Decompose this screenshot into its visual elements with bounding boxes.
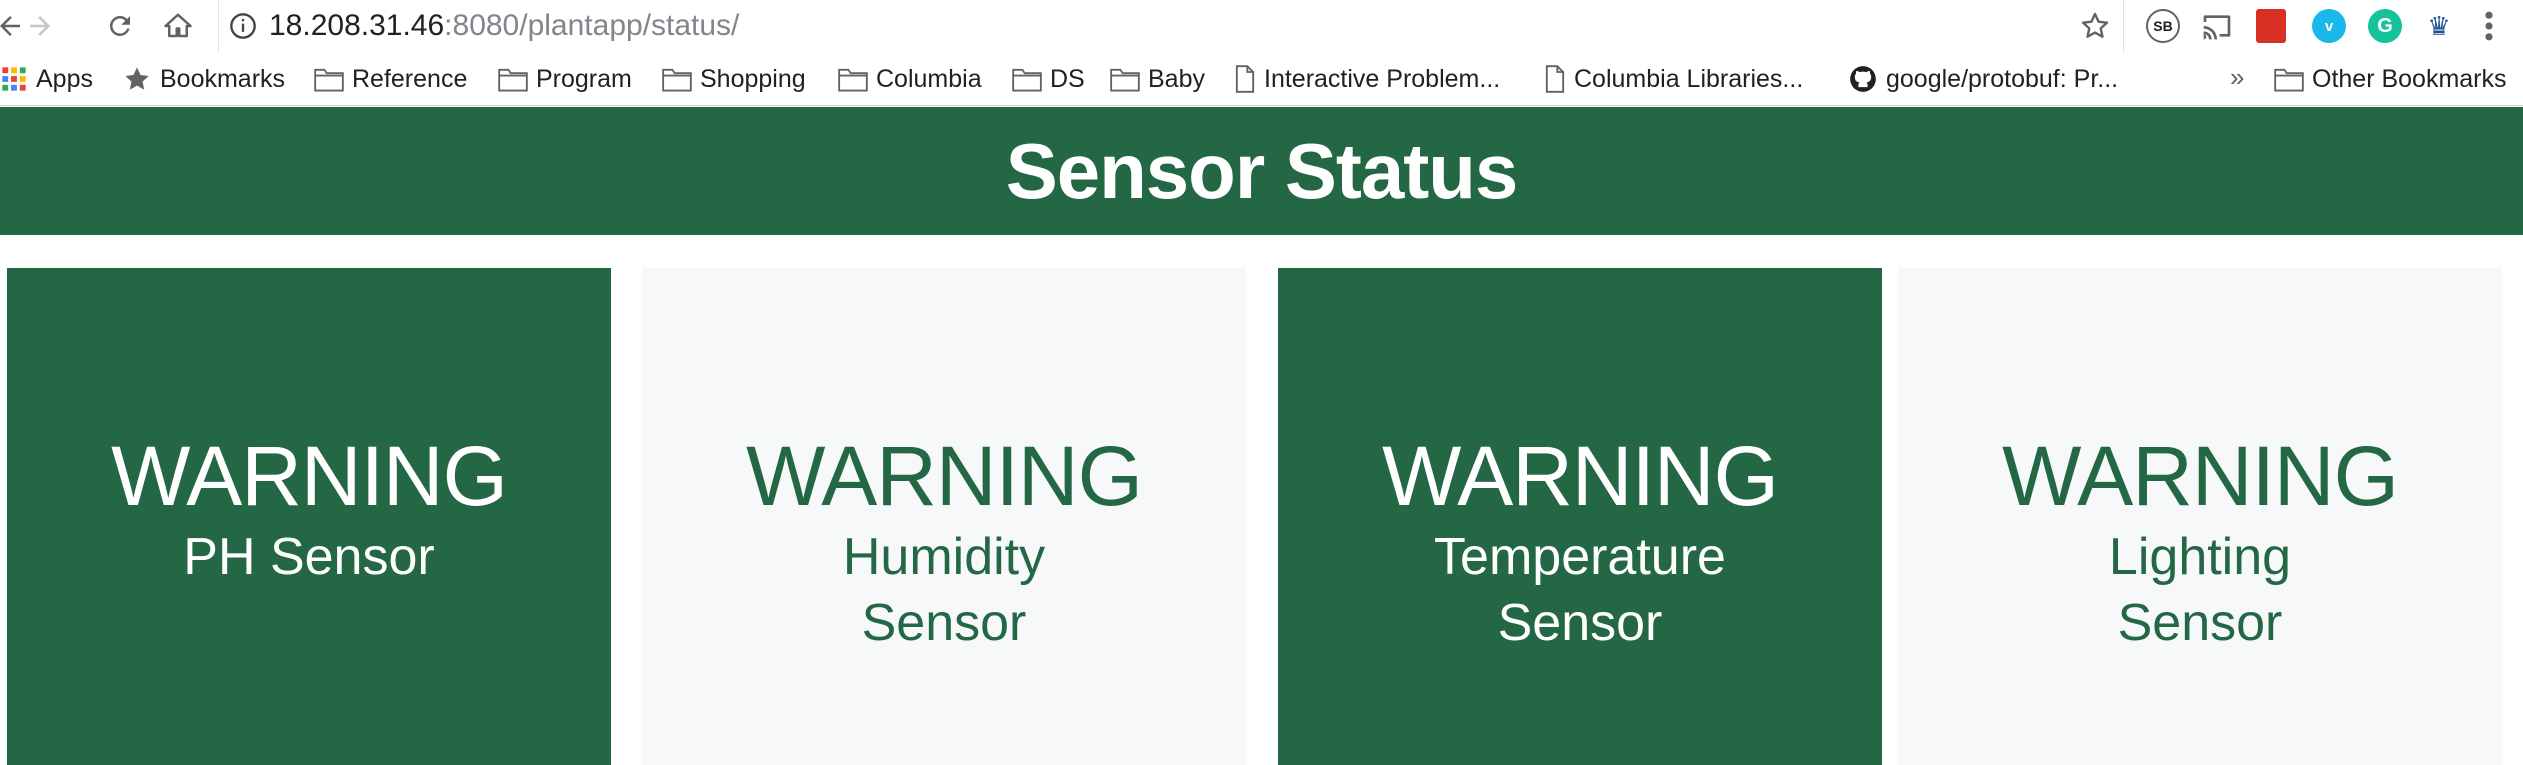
more-bookmarks-glyph: »: [2230, 62, 2245, 92]
sensor-label: Temperature Sensor: [1434, 528, 1726, 652]
sensor-status: WARNING: [746, 429, 1143, 523]
reload-button[interactable]: [100, 4, 140, 48]
sensor-label: Lighting Sensor: [2108, 528, 2292, 652]
bookmark-apps-label: Apps: [36, 64, 93, 93]
folder-icon: [498, 68, 528, 92]
sensor-card-lighting[interactable]: WARNING Lighting Sensor: [1898, 268, 2502, 765]
sb-extension-icon[interactable]: SB: [2146, 9, 2180, 43]
bookmark-star-icon[interactable]: [2079, 10, 2111, 42]
bookmark-folder-shopping[interactable]: Shopping: [662, 61, 806, 97]
bookmark-protobuf-label: google/protobuf: Pr...: [1886, 64, 2119, 93]
folder-icon: [838, 68, 868, 92]
columbia-crown-glyph: ♛: [2427, 10, 2451, 41]
sensor-status: WARNING: [2002, 429, 2399, 523]
folder-icon: [662, 68, 692, 92]
github-icon: [1850, 66, 1876, 92]
folder-icon: [1110, 68, 1140, 92]
forward-button[interactable]: [20, 4, 60, 48]
sb-extension-text: SB: [2153, 18, 2173, 34]
bookmark-other-label: Other Bookmarks: [2312, 64, 2507, 93]
star-icon: [125, 67, 149, 90]
page-icon: [1235, 65, 1255, 93]
url-host: 18.208.31.46: [269, 9, 445, 42]
info-icon[interactable]: [229, 12, 257, 40]
grammarly-icon[interactable]: G: [2368, 9, 2402, 43]
omnibox[interactable]: 18.208.31.46:8080/plantapp/status/: [218, 0, 2124, 52]
arrow-right-icon: [30, 16, 50, 36]
kebab-menu-icon[interactable]: [2474, 8, 2504, 44]
bookmark-columbia-libraries-label: Columbia Libraries...: [1574, 64, 1804, 93]
vimeo-extension-text: v: [2324, 17, 2334, 35]
bookmark-bookmarks[interactable]: Bookmarks: [122, 61, 285, 97]
bookmark-reference-label: Reference: [352, 64, 468, 93]
url-path: :8080/plantapp/status/: [444, 9, 740, 42]
sensor-card-temperature[interactable]: WARNING Temperature Sensor: [1278, 268, 1882, 765]
more-bookmarks-chevron[interactable]: »: [2230, 62, 2244, 93]
bookmark-baby-label: Baby: [1148, 64, 1205, 93]
page-title: Sensor Status: [1005, 126, 1518, 215]
folder-icon: [1012, 68, 1042, 92]
reload-icon: [109, 15, 130, 36]
page-icon: [1545, 65, 1565, 93]
bookmark-bookmarks-label: Bookmarks: [160, 64, 286, 93]
sensor-status: WARNING: [1382, 429, 1779, 523]
bookmark-folder-ds[interactable]: DS: [1012, 61, 1085, 97]
vimeo-extension-icon[interactable]: v: [2312, 9, 2346, 43]
folder-icon: [2274, 68, 2304, 92]
sensor-label: Humidity Sensor: [842, 528, 1046, 652]
bookmark-apps[interactable]: Apps: [0, 61, 93, 97]
sensor-card-humidity[interactable]: WARNING Humidity Sensor: [642, 268, 1246, 765]
bookmark-protobuf[interactable]: google/protobuf: Pr...: [1848, 61, 2118, 97]
url-text[interactable]: 18.208.31.46:8080/plantapp/status/: [269, 8, 739, 44]
bookmark-shopping-label: Shopping: [700, 64, 806, 93]
bookmark-interactive-label: Interactive Problem...: [1264, 64, 1501, 93]
bookmark-extension-icon[interactable]: [2256, 9, 2286, 43]
bookmark-ds-label: DS: [1050, 64, 1085, 93]
sensor-card-ph[interactable]: WARNING PH Sensor: [7, 268, 611, 765]
cast-icon[interactable]: [2200, 9, 2234, 43]
bookmark-program-label: Program: [536, 64, 632, 93]
address-bar: 18.208.31.46:8080/plantapp/status/ SB v …: [0, 0, 2523, 52]
apps-grid-icon: [2, 67, 26, 91]
bookmark-folder-reference[interactable]: Reference: [314, 61, 467, 97]
home-icon: [164, 13, 192, 38]
folder-icon: [314, 68, 344, 92]
home-button[interactable]: [158, 4, 198, 48]
columbia-crown-icon[interactable]: ♛: [2422, 9, 2456, 43]
bookmark-folder-baby[interactable]: Baby: [1110, 61, 1205, 97]
bookmark-folder-columbia[interactable]: Columbia: [838, 61, 982, 97]
page-header: Sensor Status: [0, 107, 2523, 235]
bookmark-columbia-libraries[interactable]: Columbia Libraries...: [1544, 61, 1803, 97]
cast-glyph-icon: [2203, 15, 2231, 40]
sensor-status: WARNING: [111, 429, 508, 523]
bookmarks-bar: Apps Bookmarks Reference Program Shoppin…: [0, 52, 2523, 106]
sensor-label: PH Sensor: [183, 528, 435, 586]
grammarly-text: G: [2377, 14, 2393, 37]
bookmark-folder-other[interactable]: Other Bookmarks: [2274, 61, 2507, 97]
bookmark-columbia-label: Columbia: [876, 64, 982, 93]
bookmark-interactive[interactable]: Interactive Problem...: [1234, 61, 1500, 97]
bookmark-folder-program[interactable]: Program: [498, 61, 632, 97]
